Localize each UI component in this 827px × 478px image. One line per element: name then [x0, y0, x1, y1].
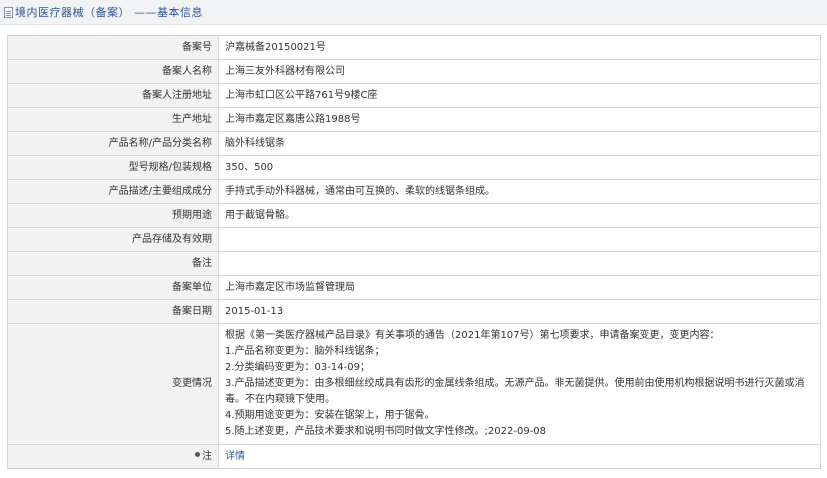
row-label: 型号规格/包装规格 [7, 155, 219, 180]
row-value: 脑外科线锯条 [218, 131, 821, 156]
row-label: 产品存储及有效期 [7, 227, 219, 252]
row-label: 生产地址 [7, 107, 219, 132]
note-marker-icon [195, 452, 200, 457]
row-label: 备案单位 [7, 275, 219, 300]
row-value: 2015-01-13 [218, 299, 821, 324]
row-record-date: 备案日期 2015-01-13 [7, 299, 821, 324]
change-item: 1.产品名称变更为：脑外科线锯条； [225, 346, 385, 357]
row-note: 注 详情 [7, 444, 821, 469]
row-value: 350、500 [218, 155, 821, 180]
row-value: 上海市嘉定区嘉唐公路1988号 [218, 107, 821, 132]
row-registrant-address: 备案人注册地址 上海市虹口区公平路761号9楼C座 [7, 83, 821, 108]
row-product-description: 产品描述/主要组成成分 手持式手动外科器械，通常由可互换的、柔软的线锯条组成。 [7, 179, 821, 204]
row-value: 上海市嘉定区市场监督管理局 [218, 275, 821, 300]
row-label: 备案号 [7, 35, 219, 60]
row-label: 产品名称/产品分类名称 [7, 131, 219, 156]
row-intended-use: 预期用途 用于截锯骨骼。 [7, 203, 821, 228]
document-icon [4, 6, 13, 18]
row-value: 上海市虹口区公平路761号9楼C座 [218, 83, 821, 108]
row-label: 产品描述/主要组成成分 [7, 179, 219, 204]
row-value: 沪嘉械备20150021号 [218, 35, 821, 60]
row-value [218, 251, 821, 276]
row-label: 备案日期 [7, 299, 219, 324]
info-table: 备案号 沪嘉械备20150021号 备案人名称 上海三友外科器材有限公司 备案人… [7, 35, 821, 469]
change-item: 2.分类编码变更为：03-14-09； [225, 362, 370, 373]
row-value: 用于截锯骨骼。 [218, 203, 821, 228]
row-registrant-name: 备案人名称 上海三友外科器材有限公司 [7, 59, 821, 84]
row-storage-validity: 产品存储及有效期 [7, 227, 821, 252]
row-value [218, 227, 821, 252]
page-header: 境内医疗器械（备案） ——基本信息 [0, 0, 827, 25]
row-label: 备注 [7, 251, 219, 276]
change-intro: 根据《第一类医疗器械产品目录》有关事项的通告（2021年第107号）第七项要求，… [225, 330, 720, 341]
row-change-history: 变更情况 根据《第一类医疗器械产品目录》有关事项的通告（2021年第107号）第… [7, 323, 821, 445]
row-production-address: 生产地址 上海市嘉定区嘉唐公路1988号 [7, 107, 821, 132]
row-label: 备案人名称 [7, 59, 219, 84]
row-label: 注 [7, 444, 219, 469]
row-remarks: 备注 [7, 251, 821, 276]
row-value: 上海三友外科器材有限公司 [218, 59, 821, 84]
change-item: 5.随上述变更，产品技术要求和说明书同时做文字性修改。;2022-09-08 [225, 426, 547, 437]
row-record-number: 备案号 沪嘉械备20150021号 [7, 35, 821, 60]
row-value: 详情 [218, 444, 821, 469]
row-label: 变更情况 [7, 323, 219, 445]
change-item: 3.产品描述变更为：由多根细丝绞成具有齿形的金属线条组成。无源产品。非无菌提供。… [225, 378, 805, 405]
row-record-unit: 备案单位 上海市嘉定区市场监督管理局 [7, 275, 821, 300]
change-history-value: 根据《第一类医疗器械产品目录》有关事项的通告（2021年第107号）第七项要求，… [218, 323, 821, 445]
page-title: 境内医疗器械（备案） ——基本信息 [15, 6, 203, 19]
row-model-spec: 型号规格/包装规格 350、500 [7, 155, 821, 180]
row-value: 手持式手动外科器械，通常由可互换的、柔软的线锯条组成。 [218, 179, 821, 204]
row-label: 预期用途 [7, 203, 219, 228]
details-link[interactable]: 详情 [225, 451, 245, 462]
change-item: 4.预期用途变更为：安装在锯架上，用于锯骨。 [225, 410, 435, 421]
row-label: 备案人注册地址 [7, 83, 219, 108]
note-label: 注 [202, 450, 212, 462]
row-product-name: 产品名称/产品分类名称 脑外科线锯条 [7, 131, 821, 156]
